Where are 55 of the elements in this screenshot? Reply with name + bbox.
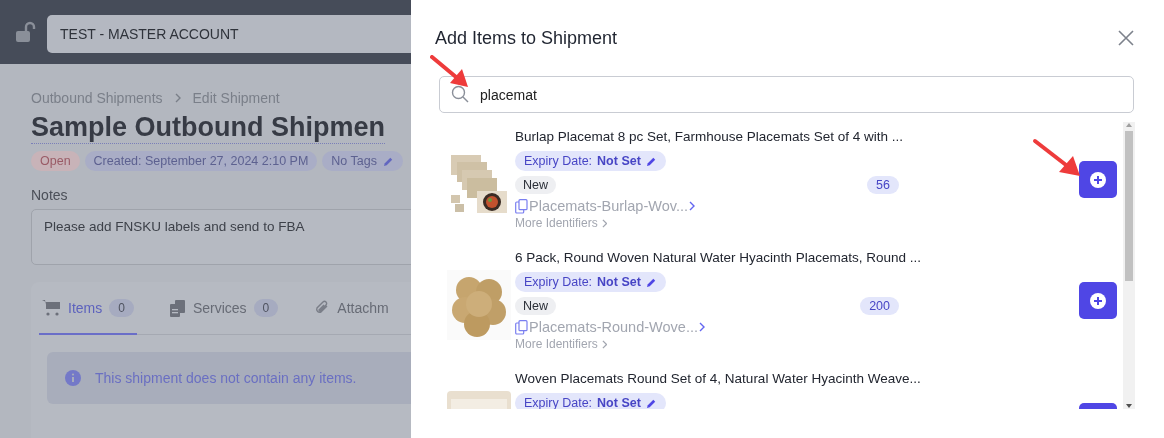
add-button[interactable]: [1079, 282, 1117, 319]
info-icon: [65, 370, 81, 386]
pencil-icon[interactable]: [645, 276, 657, 288]
breadcrumb-item: Edit Shipment: [192, 90, 280, 106]
sku-link[interactable]: Placemats-Burlap-Wov...: [515, 198, 695, 214]
chevron-right-icon: [601, 218, 608, 228]
alert-text: This shipment does not contain any items.: [95, 370, 357, 386]
unlocked-icon[interactable]: [15, 21, 37, 43]
search-field[interactable]: placemat: [439, 76, 1134, 113]
scrollbar[interactable]: [1123, 122, 1135, 409]
tab[interactable]: Items 0: [39, 282, 137, 335]
arrow-icon: [430, 55, 470, 89]
item-title: 6 Pack, Round Woven Natural Water Hyacinth Placemats, Round ...: [515, 250, 922, 267]
condition-badge: New: [515, 297, 556, 315]
info-badge: Created: September 27, 2024 2:10 PM: [84, 151, 318, 171]
plus-icon: [1090, 292, 1106, 309]
more-identifiers-link[interactable]: More Identifiers: [515, 216, 608, 230]
breadcrumb-item[interactable]: Outbound Shipments: [31, 90, 163, 106]
item-title: Woven Placemats Round Set of 4, Natural Water Hyacinth Weave...: [515, 371, 922, 388]
condition-badge: New: [515, 176, 556, 194]
tags-badge[interactable]: No Tags: [322, 151, 403, 171]
quantity-badge: 56: [867, 176, 899, 194]
scroll-down-icon[interactable]: [1125, 403, 1133, 409]
copy-icon: [515, 319, 528, 335]
account-select[interactable]: TEST - MASTER ACCOUNT: [47, 15, 411, 53]
pencil-icon[interactable]: [645, 155, 657, 167]
plus-icon: [1090, 171, 1106, 188]
expiry-badge[interactable]: Expiry Date: Not Set: [515, 393, 666, 409]
status-badge: Open: [31, 151, 80, 171]
count-badge: 0: [109, 298, 134, 317]
chevron-right-icon: [698, 322, 705, 332]
chevron-right-icon: [601, 339, 608, 349]
item-title: Burlap Placemat 8 pc Set, Farmhouse Placemats Set of 4 with ...: [515, 129, 904, 146]
arrow-icon: [1032, 138, 1082, 178]
add-button[interactable]: [1079, 161, 1117, 198]
notes-label: Notes: [31, 187, 69, 203]
expiry-badge[interactable]: Expiry Date: Not Set: [515, 151, 666, 171]
modal-title: Add Items to Shipment: [435, 27, 618, 49]
more-identifiers-link[interactable]: More Identifiers: [515, 337, 608, 351]
search-icon: [451, 85, 469, 103]
sku-link[interactable]: Placemats-Round-Wove...: [515, 319, 705, 335]
cart-icon: [42, 299, 61, 316]
tab[interactable]: Services 0: [166, 282, 282, 335]
quantity-badge: 200: [860, 297, 899, 315]
chevron-right-icon: [689, 201, 695, 211]
count-badge: 0: [253, 298, 279, 317]
close-button[interactable]: [1116, 28, 1136, 48]
chevron-right-icon: [174, 93, 181, 103]
copy-icon: [515, 198, 528, 214]
notes-field[interactable]: Please add FNSKU labels and send to FBA: [31, 209, 411, 265]
pencil-icon[interactable]: [645, 397, 657, 409]
documents-icon: [169, 298, 186, 317]
tab[interactable]: Attachm: [311, 282, 392, 335]
expiry-badge[interactable]: Expiry Date: Not Set: [515, 272, 666, 292]
page-title: Sample Outbound Shipmen: [31, 111, 385, 144]
